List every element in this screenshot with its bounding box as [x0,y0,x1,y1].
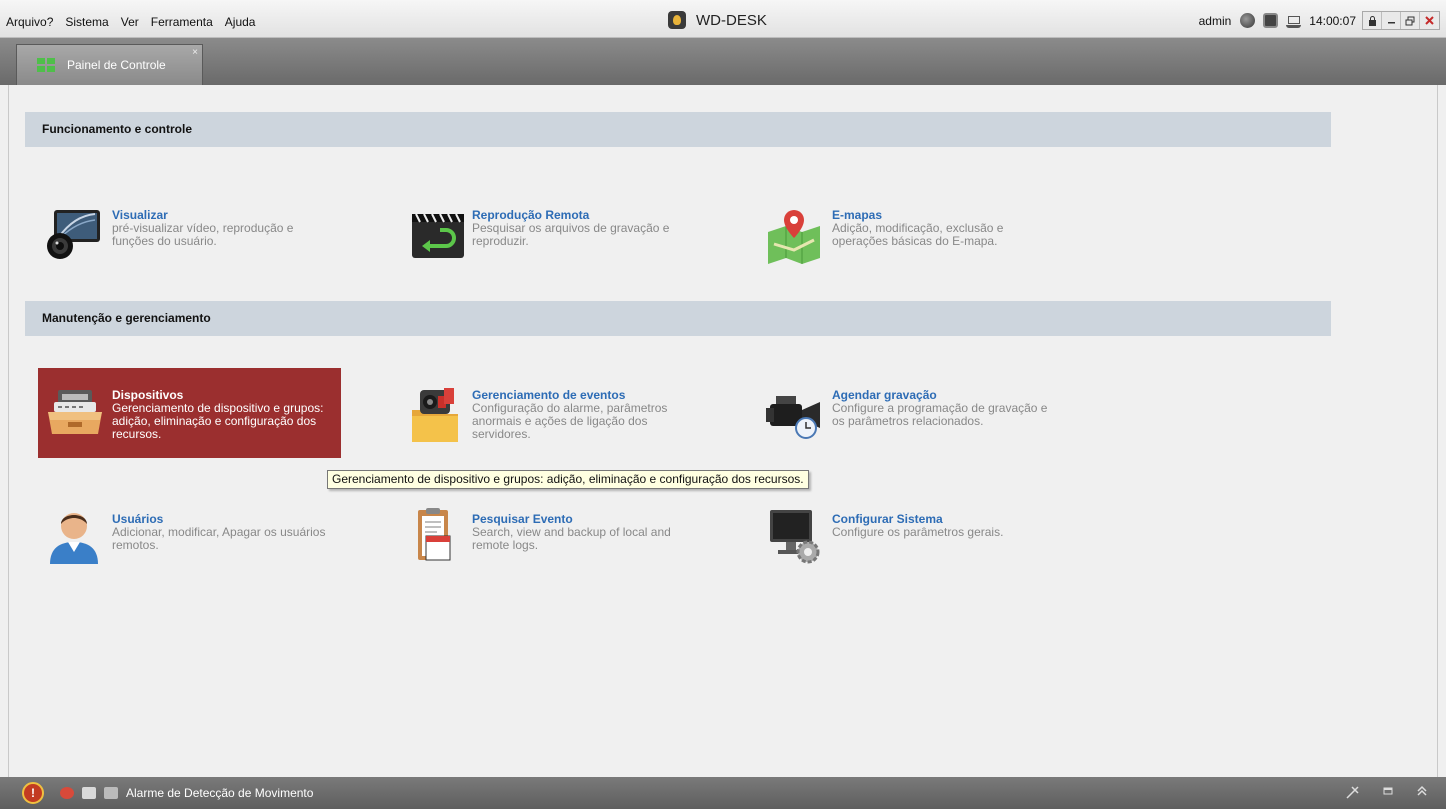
camera-clock-icon [766,396,820,439]
card-pesquisar-evento[interactable]: Pesquisar Evento Search, view and backup… [398,490,701,580]
cpu-icon[interactable] [1263,13,1279,28]
card-visualizar[interactable]: Visualizar pré-visualizar vídeo, reprodu… [38,180,341,270]
card-title: Visualizar [112,208,168,222]
card-title: Reprodução Remota [472,208,590,222]
card-description: Adicionar, modificar, Apagar os usuários… [112,525,326,552]
control-panel: Funcionamento e controle Visualizar pré-… [8,85,1438,777]
alarm-warning-icon[interactable]: ! [22,782,44,804]
card-description: pré-visualizar vídeo, reprodução e funçõ… [112,221,294,248]
tab-strip: Painel de Controle × [0,38,1446,85]
card-description: Configure os parâmetros gerais. [832,525,1004,539]
minimize-icon [1387,21,1395,23]
map-pin-icon [768,210,820,264]
lock-icon [1368,15,1376,26]
monitor-camera-icon [47,210,100,259]
card-usuarios[interactable]: Usuários Adicionar, modificar, Apagar os… [38,490,341,580]
menu-ferramenta[interactable]: Ferramenta [151,15,213,29]
monitor-gear-icon [770,510,820,564]
app-title-text: WD-DESK [696,11,767,29]
status-text: Alarme de Detecção de Movimento [126,786,314,800]
card-title: Usuários [112,512,164,526]
window-controls [1362,11,1440,30]
card-description: Pesquisar os arquivos de gravação e repr… [472,221,670,248]
double-chevron-up-icon[interactable] [1416,785,1428,797]
card-title: E-mapas [832,208,883,222]
card-description: Search, view and backup of local and rem… [472,525,671,552]
restore-button[interactable] [1401,12,1420,29]
alarm-list-icon[interactable] [82,787,96,799]
status-bar-controls [1346,785,1428,799]
card-e-mapas[interactable]: E-mapas Adição, modificação, exclusão e … [758,180,1061,270]
network-status-icon[interactable] [1286,13,1302,28]
card-title: Pesquisar Evento [472,512,573,526]
user-icon [50,513,98,564]
menu-sistema[interactable]: Sistema [65,15,108,29]
menu-ver[interactable]: Ver [121,15,139,29]
network-globe-icon[interactable] [1240,13,1256,28]
minimize-button[interactable] [1382,12,1401,29]
status-bar: ! Alarme de Detecção de Movimento [0,777,1446,809]
lock-button[interactable] [1363,12,1382,29]
card-description: Configure a programação de gravação e os… [832,401,1048,428]
pin-icon[interactable] [1346,785,1360,799]
event-folder-icon [412,388,458,442]
grid-icon [37,58,55,72]
section-header-manutencao: Manutenção e gerenciamento [25,301,1331,336]
window-icon[interactable] [1382,785,1394,797]
card-title: Agendar gravação [832,388,937,402]
status-area: admin 14:00:07 [1199,11,1440,30]
alarm-sound-icon[interactable] [60,787,74,799]
card-description: Gerenciamento de dispositivo e grupos: a… [112,401,324,441]
card-dispositivos[interactable]: Dispositivos Gerenciamento de dispositiv… [38,368,341,458]
tab-close-icon[interactable]: × [192,47,198,58]
tab-label: Painel de Controle [67,58,166,72]
card-reproducao-remota[interactable]: Reprodução Remota Pesquisar os arquivos … [398,180,701,270]
card-description: Adição, modificação, exclusão e operaçõe… [832,221,1004,248]
card-description: Configuração do alarme, parâmetros anorm… [472,401,668,441]
calendar-clipboard-icon [418,508,451,561]
close-button[interactable] [1420,12,1439,29]
device-tray-icon [48,390,102,434]
clapperboard-playback-icon [412,213,464,258]
card-gerenciamento-eventos[interactable]: Gerenciamento de eventos Configuração do… [398,368,701,458]
section-header-funcionamento: Funcionamento e controle [25,112,1331,147]
menu-ajuda[interactable]: Ajuda [225,15,256,29]
card-agendar-gravacao[interactable]: Agendar gravação Configure a programação… [758,368,1061,458]
card-title: Configurar Sistema [832,512,943,526]
card-title: Dispositivos [112,388,184,402]
app-title: WD-DESK [668,11,767,29]
menubar: Arquivo? Sistema Ver Ferramenta Ajuda WD… [0,0,1446,38]
tab-painel-de-controle[interactable]: Painel de Controle × [16,44,203,85]
card-title: Gerenciamento de eventos [472,388,626,402]
tooltip: Gerenciamento de dispositivo e grupos: a… [327,470,809,489]
username: admin [1198,13,1232,28]
menu-list: Arquivo? Sistema Ver Ferramenta Ajuda [6,15,267,29]
restore-icon [1405,16,1415,25]
card-configurar-sistema[interactable]: Configurar Sistema Configure os parâmetr… [758,490,1061,580]
clock: 14:00:07 [1309,13,1356,28]
motion-detection-icon [104,787,118,799]
menu-arquivo[interactable]: Arquivo? [6,15,53,29]
close-icon [1425,16,1434,25]
app-logo-icon [668,11,686,29]
